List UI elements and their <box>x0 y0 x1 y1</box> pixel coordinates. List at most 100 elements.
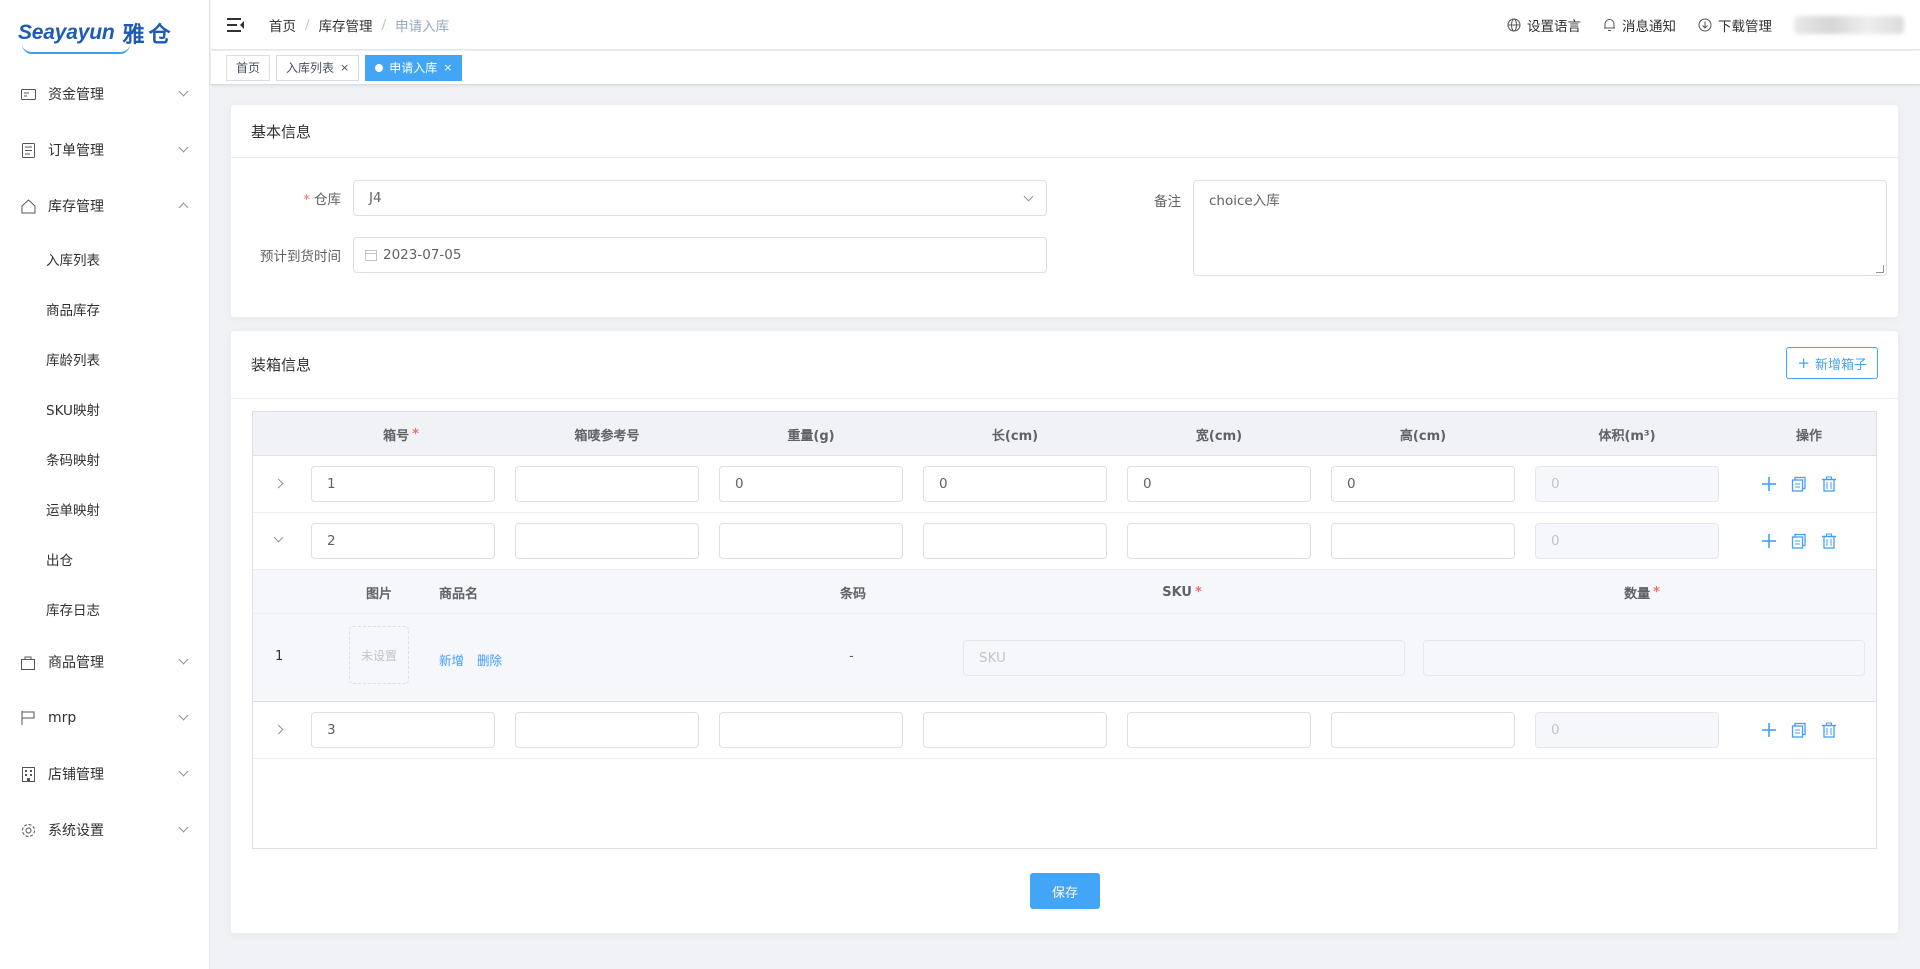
remark-value: choice入库 <box>1209 193 1280 209</box>
box-ref-input[interactable] <box>515 466 699 502</box>
basic-info-title: 基本信息 <box>231 105 1898 158</box>
sidebar-item-label: 系统设置 <box>48 823 104 839</box>
sidebar-subitem-stock-log[interactable]: 库存日志 <box>0 584 209 634</box>
tag-inbound-list[interactable]: 入库列表 × <box>276 54 360 81</box>
width-input[interactable] <box>1127 523 1311 559</box>
width-input[interactable]: 0 <box>1127 466 1311 502</box>
box-no-input[interactable]: 1 <box>311 466 495 502</box>
image-upload[interactable]: 未设置 <box>349 626 409 684</box>
calendar-icon <box>365 250 377 261</box>
sidebar-item-funds[interactable]: 资金管理 <box>0 66 209 122</box>
sidebar-item-label: 资金管理 <box>48 87 104 103</box>
delete-icon[interactable] <box>1819 474 1839 494</box>
sidebar-item-stores[interactable]: 店铺管理 <box>0 746 209 802</box>
sidebar-subitem-stock-age[interactable]: 库龄列表 <box>0 334 209 384</box>
delete-icon[interactable] <box>1819 720 1839 740</box>
sidebar-subitem-product-stock[interactable]: 商品库存 <box>0 284 209 334</box>
boxes-table: 箱号 * 箱唛参考号 重量(g) 长(cm) 宽(cm) 高(cm) 体积(m³)… <box>252 411 1877 849</box>
sidebar-subitem-outbound[interactable]: 出仓 <box>0 534 209 584</box>
sidebar-item-inventory[interactable]: 库存管理 <box>0 178 209 234</box>
sidebar-item-label: 库存管理 <box>48 199 104 215</box>
remark-field: 备注 choice入库 <box>1121 180 1887 276</box>
add-icon[interactable] <box>1759 474 1779 494</box>
volume-input: 0 <box>1535 466 1719 502</box>
length-input[interactable] <box>923 523 1107 559</box>
chevron-down-icon[interactable] <box>273 532 284 543</box>
user-avatar[interactable] <box>1794 16 1904 34</box>
tag-label: 入库列表 <box>286 61 335 75</box>
chevron-right-icon[interactable] <box>273 724 284 735</box>
sidebar-subitem-inbound-list[interactable]: 入库列表 <box>0 234 209 284</box>
save-button[interactable]: 保存 <box>1030 873 1100 909</box>
sidebar-item-mrp[interactable]: mrp <box>0 690 209 746</box>
height-input[interactable]: 0 <box>1331 466 1515 502</box>
sidebar-item-settings[interactable]: 系统设置 <box>0 802 209 858</box>
weight-input[interactable] <box>719 523 903 559</box>
box-no-input[interactable]: 3 <box>311 712 495 748</box>
menu-toggle-icon[interactable] <box>227 17 245 32</box>
tags-view: 首页 入库列表 × 申请入库 × <box>211 51 1920 85</box>
warehouse-value: J4 <box>369 190 382 206</box>
copy-icon[interactable] <box>1789 474 1809 494</box>
close-icon[interactable]: × <box>443 61 452 74</box>
remark-textarea[interactable]: choice入库 <box>1193 180 1887 276</box>
height-input[interactable] <box>1331 712 1515 748</box>
length-input[interactable]: 0 <box>923 466 1107 502</box>
length-input[interactable] <box>923 712 1107 748</box>
weight-input[interactable] <box>719 712 903 748</box>
globe-icon <box>1507 18 1521 32</box>
sidebar-item-label: 店铺管理 <box>48 767 104 783</box>
close-icon[interactable]: × <box>340 61 349 74</box>
add-box-button[interactable]: + 新增箱子 <box>1786 347 1878 379</box>
delete-product-link[interactable]: 删除 <box>477 650 502 669</box>
remark-label: 备注 <box>1154 194 1181 210</box>
tag-apply-inbound[interactable]: 申请入库 × <box>365 54 463 81</box>
col-image: 图片 <box>365 586 392 602</box>
col-volume: 体积(m³) <box>1598 428 1656 444</box>
arrival-date-picker[interactable]: 2023-07-05 <box>353 237 1047 273</box>
tag-label: 申请入库 <box>389 61 438 75</box>
sku-input[interactable]: SKU <box>963 640 1405 676</box>
subtable-header: 图片 商品名 条码 SKU * 数量 * <box>253 570 1876 614</box>
chevron-right-icon[interactable] <box>273 478 284 489</box>
col-weight: 重量(g) <box>787 428 835 444</box>
add-product-link[interactable]: 新增 <box>439 650 464 669</box>
sidebar-subitem-waybill-mapping[interactable]: 运单映射 <box>0 484 209 534</box>
arrival-date-label: 预计到货时间 <box>260 249 341 265</box>
bag-icon <box>20 654 36 670</box>
box-no-input[interactable]: 2 <box>311 523 495 559</box>
tag-home[interactable]: 首页 <box>226 54 271 81</box>
subtable-row: 1 未设置 新增 删除 - SKU <box>253 614 1876 702</box>
sidebar-subitem-sku-mapping[interactable]: SKU映射 <box>0 384 209 434</box>
width-input[interactable] <box>1127 712 1311 748</box>
quantity-input[interactable] <box>1423 640 1865 676</box>
language-button[interactable]: 设置语言 <box>1507 15 1581 35</box>
add-icon[interactable] <box>1759 720 1779 740</box>
breadcrumb-current: 申请入库 <box>395 18 450 35</box>
box-ref-input[interactable] <box>515 712 699 748</box>
breadcrumb-inventory[interactable]: 库存管理 <box>319 15 373 35</box>
flag-icon <box>20 710 36 726</box>
copy-icon[interactable] <box>1789 720 1809 740</box>
sidebar-item-products[interactable]: 商品管理 <box>0 634 209 690</box>
sidebar-subitem-barcode-mapping[interactable]: 条码映射 <box>0 434 209 484</box>
sidebar-item-orders[interactable]: 订单管理 <box>0 122 209 178</box>
warehouse-select[interactable]: J4 <box>353 180 1047 216</box>
logo-brand-cn: 雅仓 <box>122 23 175 48</box>
chevron-down-icon <box>178 654 189 665</box>
weight-input[interactable]: 0 <box>719 466 903 502</box>
breadcrumb-home[interactable]: 首页 <box>269 15 296 35</box>
height-input[interactable] <box>1331 523 1515 559</box>
boxing-info-title: 装箱信息 <box>251 356 312 374</box>
col-sku: SKU * <box>1162 584 1202 600</box>
order-icon <box>20 142 36 158</box>
copy-icon[interactable] <box>1789 531 1809 551</box>
add-icon[interactable] <box>1759 531 1779 551</box>
row-actions <box>1759 720 1839 740</box>
download-icon <box>1698 18 1712 32</box>
box-ref-input[interactable] <box>515 523 699 559</box>
delete-icon[interactable] <box>1819 531 1839 551</box>
notification-button[interactable]: 消息通知 <box>1603 15 1676 35</box>
chevron-down-icon <box>178 86 189 97</box>
download-manager-button[interactable]: 下载管理 <box>1698 15 1772 35</box>
